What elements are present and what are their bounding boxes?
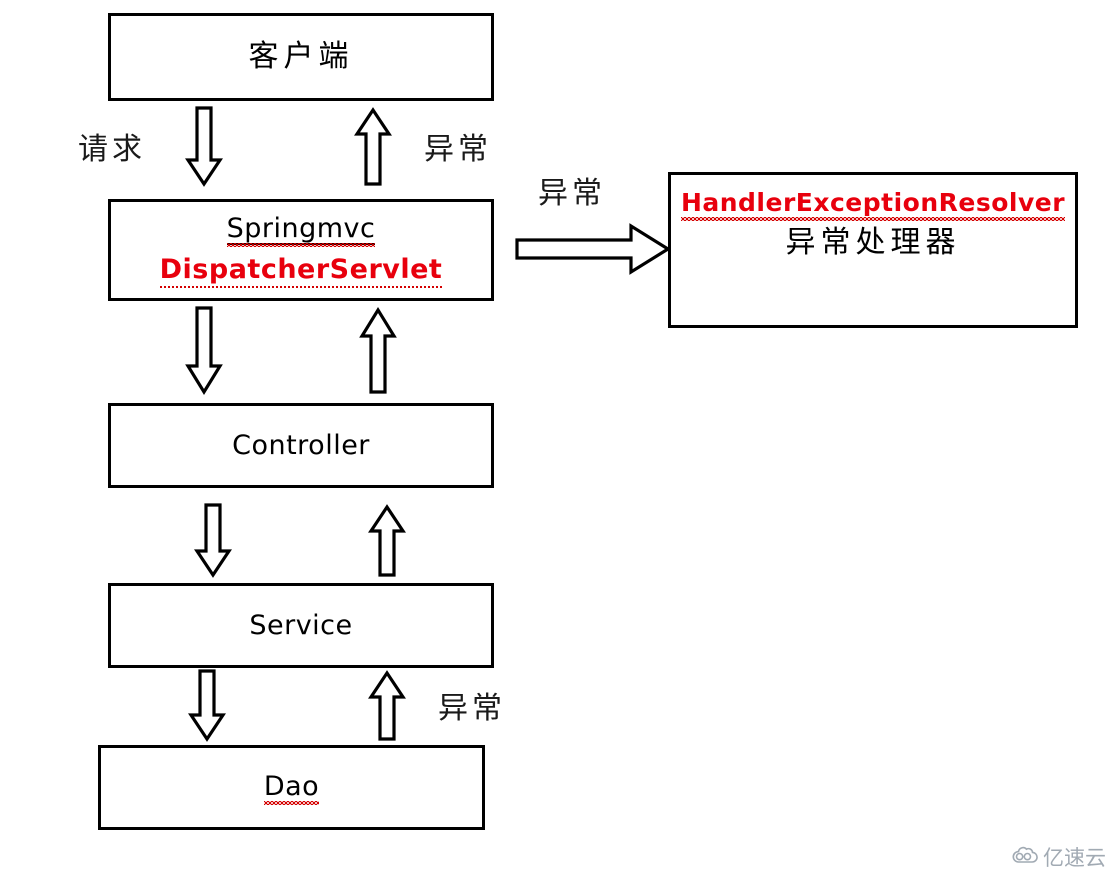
node-client-label: 客户端 [248, 38, 354, 74]
label-exception-client: 异常 [424, 132, 492, 167]
arrow-down-service-dao [188, 669, 226, 742]
diagram-canvas: 客户端 请求 异常 Springmvc DispatcherServlet 异常… [0, 0, 1108, 878]
arrow-down-controller-service [194, 503, 232, 578]
label-exception-resolver: 异常 [538, 176, 606, 211]
arrow-exception-right-resolver [515, 223, 672, 275]
node-resolver-label-top: HandlerExceptionResolver [680, 188, 1066, 221]
watermark: 亿速云 [1012, 842, 1106, 872]
node-dao-label: Dao [263, 771, 320, 806]
node-springmvc: Springmvc DispatcherServlet [108, 199, 494, 301]
arrow-exception-up-client [354, 107, 392, 186]
node-controller: Controller [108, 403, 494, 488]
node-client: 客户端 [108, 13, 494, 101]
arrow-up-controller-springmvc [359, 306, 397, 394]
arrow-down-springmvc-controller [185, 306, 223, 396]
arrow-request-down [185, 106, 223, 187]
node-resolver-label-bottom: 异常处理器 [785, 224, 961, 260]
arrow-up-service-controller [368, 504, 406, 577]
cloud-icon [1012, 846, 1038, 868]
node-controller-label: Controller [232, 429, 370, 461]
node-service-label: Service [249, 609, 353, 641]
node-handler-exception-resolver: HandlerExceptionResolver 异常处理器 [668, 172, 1078, 328]
node-dao: Dao [98, 745, 485, 830]
watermark-text: 亿速云 [1043, 846, 1106, 870]
node-service: Service [108, 583, 494, 668]
label-request: 请求 [78, 132, 146, 167]
arrow-up-dao-service [368, 670, 406, 741]
node-springmvc-label-bottom: DispatcherServlet [159, 254, 443, 289]
label-exception-dao: 异常 [438, 691, 506, 726]
node-springmvc-label-top: Springmvc [226, 213, 376, 248]
